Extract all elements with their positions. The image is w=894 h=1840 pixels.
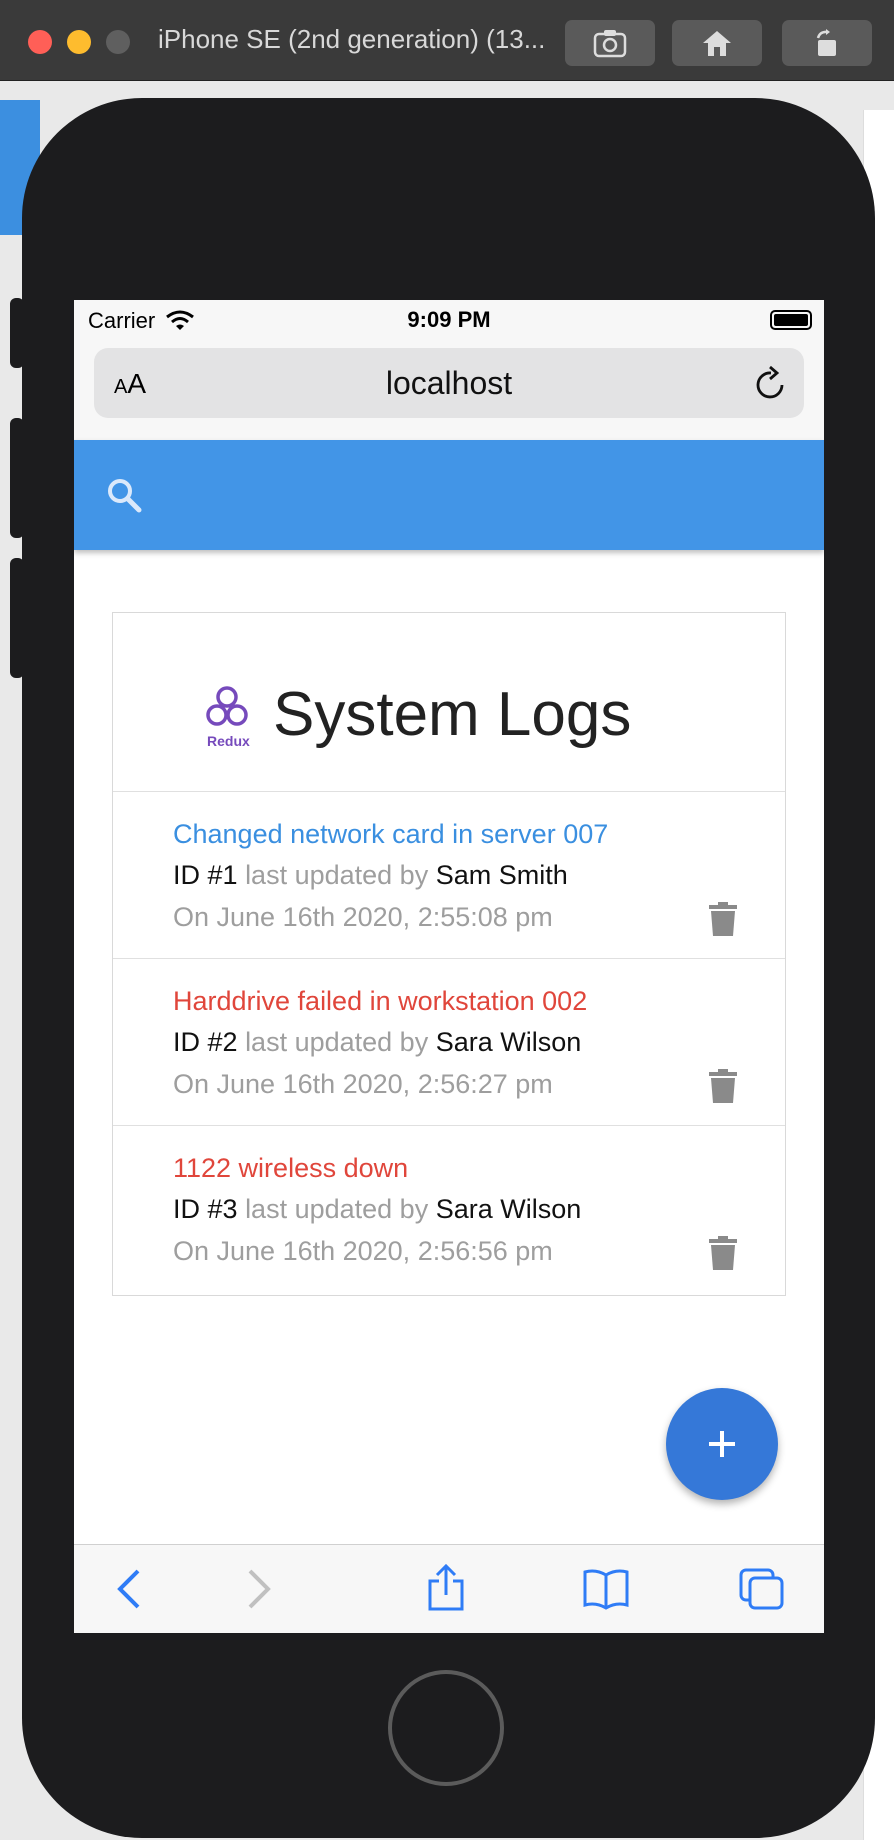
volume-down-button bbox=[10, 558, 24, 678]
log-tech: Sara Wilson bbox=[435, 1027, 582, 1057]
log-date: On June 16th 2020, 2:55:08 pm bbox=[173, 902, 553, 932]
delete-icon[interactable] bbox=[709, 902, 737, 936]
redux-logo-icon bbox=[206, 686, 248, 726]
battery-icon bbox=[770, 310, 812, 330]
updated-by-label: last updated by bbox=[245, 860, 429, 890]
plus-icon bbox=[709, 1431, 735, 1457]
simulator-title: iPhone SE (2nd generation) (13... bbox=[158, 24, 546, 54]
back-icon[interactable] bbox=[114, 1567, 144, 1611]
log-message-link[interactable]: Harddrive failed in workstation 002 bbox=[173, 981, 785, 1021]
close-window-button[interactable] bbox=[28, 30, 52, 54]
log-tech: Sam Smith bbox=[435, 860, 568, 890]
rotate-icon bbox=[816, 29, 836, 56]
mute-switch bbox=[10, 298, 24, 368]
log-item: Changed network card in server 007 ID #1… bbox=[113, 792, 785, 959]
browser-toolbar bbox=[74, 1544, 824, 1633]
log-id: ID #1 bbox=[173, 860, 238, 890]
redux-logo-text: Redux bbox=[207, 733, 250, 749]
log-date: On June 16th 2020, 2:56:56 pm bbox=[173, 1236, 553, 1266]
status-bar: Carrier 9:09 PM bbox=[74, 300, 824, 344]
log-id: ID #3 bbox=[173, 1194, 238, 1224]
log-meta: ID #3 last updated by Sara Wilson bbox=[173, 1188, 785, 1230]
home-icon bbox=[703, 31, 731, 56]
log-item: 1122 wireless down ID #3 last updated by… bbox=[113, 1126, 785, 1293]
minimize-window-button[interactable] bbox=[67, 30, 91, 54]
updated-by-label: last updated by bbox=[245, 1194, 429, 1224]
bookmarks-icon[interactable] bbox=[582, 1567, 630, 1611]
forward-icon[interactable] bbox=[244, 1567, 274, 1611]
add-log-button[interactable] bbox=[666, 1388, 778, 1500]
updated-by-label: last updated by bbox=[245, 1027, 429, 1057]
url-text: localhost bbox=[385, 365, 513, 401]
log-meta: ID #1 last updated by Sam Smith bbox=[173, 854, 785, 896]
log-tech: Sara Wilson bbox=[435, 1194, 582, 1224]
volume-up-button bbox=[10, 418, 24, 538]
log-meta: ID #2 last updated by Sara Wilson bbox=[173, 1021, 785, 1063]
rotate-button[interactable] bbox=[782, 20, 872, 66]
log-date: On June 16th 2020, 2:56:27 pm bbox=[173, 1069, 553, 1099]
home-button[interactable] bbox=[672, 20, 762, 66]
zoom-window-button[interactable] bbox=[106, 30, 130, 54]
simulator-title-bar: iPhone SE (2nd generation) (13... bbox=[0, 0, 894, 81]
log-message-link[interactable]: 1122 wireless down bbox=[173, 1148, 785, 1188]
screenshot-button[interactable] bbox=[565, 20, 655, 66]
log-item: Harddrive failed in workstation 002 ID #… bbox=[113, 959, 785, 1126]
logs-card: Redux System Logs Changed network card i… bbox=[112, 612, 786, 1296]
delete-icon[interactable] bbox=[709, 1069, 737, 1103]
status-time: 9:09 PM bbox=[407, 307, 491, 332]
address-bar[interactable]: AA localhost bbox=[94, 348, 804, 418]
card-header: Redux System Logs bbox=[113, 613, 785, 792]
log-message-link[interactable]: Changed network card in server 007 bbox=[173, 814, 785, 854]
share-icon[interactable] bbox=[426, 1563, 466, 1611]
log-id: ID #2 bbox=[173, 1027, 238, 1057]
device-home-button[interactable] bbox=[388, 1670, 504, 1786]
page-title: System Logs bbox=[273, 680, 632, 749]
screenshot-icon bbox=[593, 30, 627, 58]
app-bar bbox=[74, 440, 824, 550]
reload-icon[interactable] bbox=[754, 364, 788, 402]
tabs-icon[interactable] bbox=[738, 1567, 786, 1611]
delete-icon[interactable] bbox=[709, 1236, 737, 1270]
browser-address-area: AA localhost bbox=[74, 344, 824, 440]
phone-screen: Carrier 9:09 PM AA localhost Redux Syste… bbox=[74, 300, 824, 1633]
search-icon[interactable] bbox=[104, 475, 144, 515]
